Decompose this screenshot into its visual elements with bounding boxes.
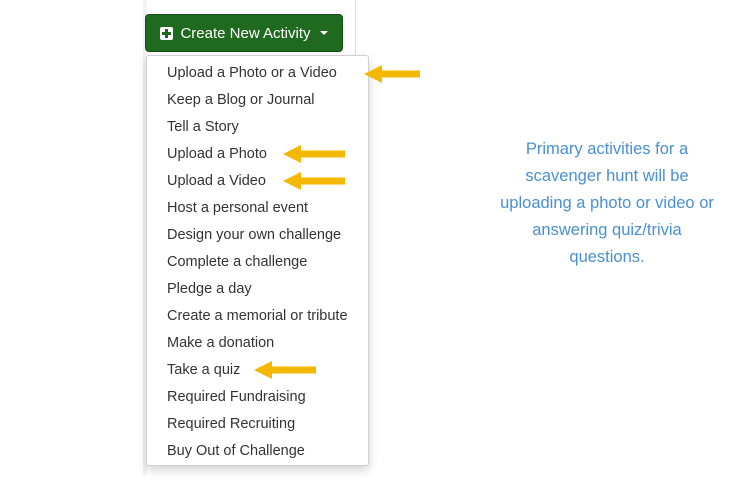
annotation-line: questions. — [569, 248, 645, 266]
plus-square-icon — [160, 26, 174, 40]
menu-item-make-donation[interactable]: Make a donation — [147, 330, 368, 357]
annotation-line: uploading a photo or video or — [500, 194, 714, 212]
menu-item-keep-blog[interactable]: Keep a Blog or Journal — [147, 87, 368, 114]
menu-item-host-event[interactable]: Host a personal event — [147, 195, 368, 222]
menu-item-buy-out[interactable]: Buy Out of Challenge — [147, 438, 368, 465]
create-button-label: Create New Activity — [180, 24, 311, 42]
menu-item-required-fundraising[interactable]: Required Fundraising — [147, 384, 368, 411]
menu-item-upload-photo-or-video[interactable]: Upload a Photo or a Video — [147, 60, 368, 87]
annotation-line: answering quiz/trivia — [532, 221, 682, 239]
menu-item-design-challenge[interactable]: Design your own challenge — [147, 222, 368, 249]
arrow-left-icon — [364, 65, 420, 83]
create-new-activity-button[interactable]: Create New Activity — [145, 14, 343, 52]
arrow-left-icon — [254, 361, 316, 379]
annotation-text: Primary activities for a scavenger hunt … — [482, 136, 732, 271]
divider-line — [355, 0, 356, 56]
menu-item-create-memorial[interactable]: Create a memorial or tribute — [147, 303, 368, 330]
menu-item-required-recruiting[interactable]: Required Recruiting — [147, 411, 368, 438]
menu-item-complete-challenge[interactable]: Complete a challenge — [147, 249, 368, 276]
annotation-line: scavenger hunt will be — [525, 167, 689, 185]
chevron-down-icon — [319, 31, 328, 35]
arrow-left-icon — [283, 145, 345, 163]
menu-item-tell-story[interactable]: Tell a Story — [147, 114, 368, 141]
annotation-line: Primary activities for a — [525, 140, 689, 158]
arrow-left-icon — [283, 172, 345, 190]
menu-item-pledge-day[interactable]: Pledge a day — [147, 276, 368, 303]
activity-dropdown-menu: Upload a Photo or a Video Keep a Blog or… — [146, 55, 369, 466]
